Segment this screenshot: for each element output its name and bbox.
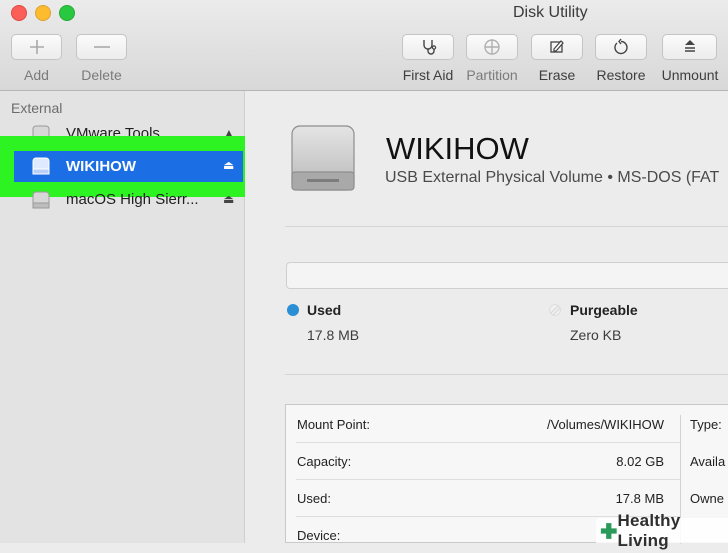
main-pane: WIKIHOW USB External Physical Volume • M… xyxy=(245,91,728,544)
unmount-button[interactable] xyxy=(662,34,717,60)
erase-icon xyxy=(550,40,564,53)
info-key-available: Availa xyxy=(690,454,726,469)
volume-name: WIKIHOW xyxy=(386,131,529,166)
sidebar-section-external: External xyxy=(11,100,63,116)
info-key-type: Type: xyxy=(690,417,722,432)
disk-icon xyxy=(32,191,50,209)
delete-label: Delete xyxy=(81,67,122,83)
info-value: /Volumes/WIKIHOW xyxy=(546,417,664,432)
divider xyxy=(285,374,728,375)
restore-label: Restore xyxy=(596,67,646,83)
restore-icon xyxy=(614,38,628,55)
first-aid-label: First Aid xyxy=(402,67,454,83)
used-value: 17.8 MB xyxy=(307,327,360,343)
used-label: Used xyxy=(307,302,342,318)
purgeable-legend-dot xyxy=(549,304,561,316)
info-key: Capacity: xyxy=(297,454,352,469)
watermark: Healthy Living xyxy=(596,511,728,550)
info-row-mount-point: Mount Point: /Volumes/WIKIHOW xyxy=(286,405,690,442)
usage-bar xyxy=(286,262,728,289)
erase-button[interactable] xyxy=(531,34,583,60)
plus-icon xyxy=(29,40,44,54)
used-legend-dot xyxy=(287,304,299,316)
delete-button[interactable] xyxy=(76,34,127,60)
partition-label: Partition xyxy=(466,67,518,83)
info-key: Used: xyxy=(297,491,331,506)
first-aid-button[interactable] xyxy=(402,34,454,60)
stethoscope-icon xyxy=(423,40,437,55)
info-key: Mount Point: xyxy=(297,417,370,432)
info-key: Device: xyxy=(297,528,341,543)
external-disk-icon xyxy=(291,125,355,191)
sidebar-item-label: macOS High Sierr... xyxy=(66,191,199,208)
volume-description: USB External Physical Volume • MS-DOS (F… xyxy=(385,169,720,186)
partition-icon xyxy=(484,39,500,55)
purgeable-label: Purgeable xyxy=(570,302,638,318)
minus-icon xyxy=(93,46,110,48)
info-value: 8.02 GB xyxy=(616,454,664,469)
purgeable-value: Zero KB xyxy=(570,327,622,343)
plus-cross-icon xyxy=(600,522,617,539)
info-row-capacity: Capacity: 8.02 GB xyxy=(286,442,690,479)
sidebar-item-macos-high-sierra[interactable]: macOS High Sierr... ⏏ xyxy=(14,185,243,215)
unmount-label: Unmount xyxy=(661,67,719,83)
eject-icon xyxy=(684,40,695,52)
sidebar-item-wikihow[interactable]: WIKIHOW ⏏ xyxy=(14,151,243,182)
window-zoom-button[interactable] xyxy=(59,5,75,21)
divider xyxy=(285,226,728,227)
window-minimize-button[interactable] xyxy=(35,5,51,21)
watermark-text: Healthy Living xyxy=(617,510,681,550)
eject-icon[interactable]: ⏏ xyxy=(223,158,234,172)
disk-icon xyxy=(32,157,50,175)
restore-button[interactable] xyxy=(595,34,647,60)
add-label: Add xyxy=(24,67,49,83)
sidebar-item-label: WIKIHOW xyxy=(66,158,136,175)
partition-button[interactable] xyxy=(466,34,518,60)
add-button[interactable] xyxy=(11,34,62,60)
erase-label: Erase xyxy=(538,67,576,83)
info-key-owners: Owne xyxy=(690,491,724,506)
eject-icon[interactable]: ⏏ xyxy=(223,192,234,206)
toolbar: Disk Utility Add Delete First Aid Partit… xyxy=(0,0,728,91)
info-value: 17.8 MB xyxy=(615,491,664,506)
window-close-button[interactable] xyxy=(11,5,27,21)
window-title: Disk Utility xyxy=(513,4,588,21)
